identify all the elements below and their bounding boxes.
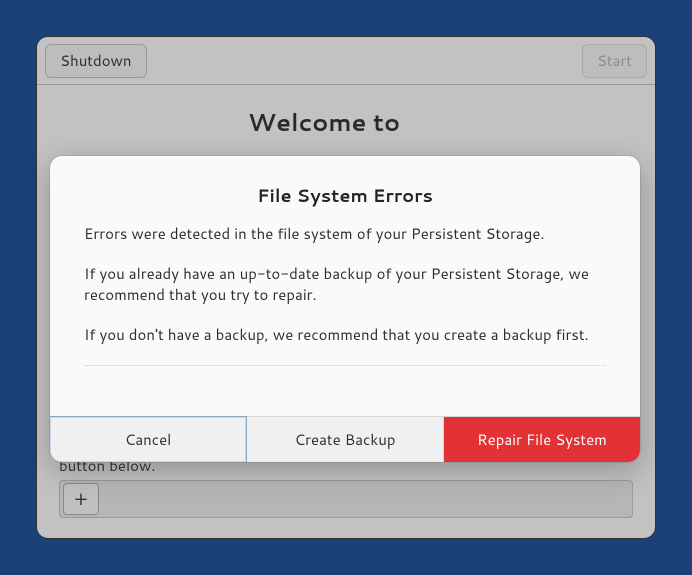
filesystem-errors-dialog: File System Errors Errors were detected …	[50, 156, 640, 462]
shutdown-button[interactable]: Shutdown	[45, 44, 147, 78]
titlebar: Shutdown Start	[37, 37, 655, 85]
dialog-content: File System Errors Errors were detected …	[50, 156, 640, 416]
cancel-button[interactable]: Cancel	[50, 416, 247, 462]
dialog-message-2: If you already have an up-to-date backup…	[84, 264, 606, 305]
plus-icon: +	[74, 489, 88, 509]
dialog-message-1: Errors were detected in the file system …	[84, 224, 606, 244]
create-backup-button[interactable]: Create Backup	[247, 417, 444, 462]
add-row: +	[59, 480, 633, 518]
add-button[interactable]: +	[63, 483, 99, 515]
separator	[84, 365, 606, 366]
dialog-title: File System Errors	[84, 182, 606, 208]
dialog-message-3: If you don't have a backup, we recommend…	[84, 325, 606, 345]
repair-file-system-button[interactable]: Repair File System	[444, 417, 640, 462]
page-title: Welcome to	[59, 105, 589, 139]
start-button[interactable]: Start	[582, 44, 647, 78]
dialog-buttons: Cancel Create Backup Repair File System	[50, 416, 640, 462]
